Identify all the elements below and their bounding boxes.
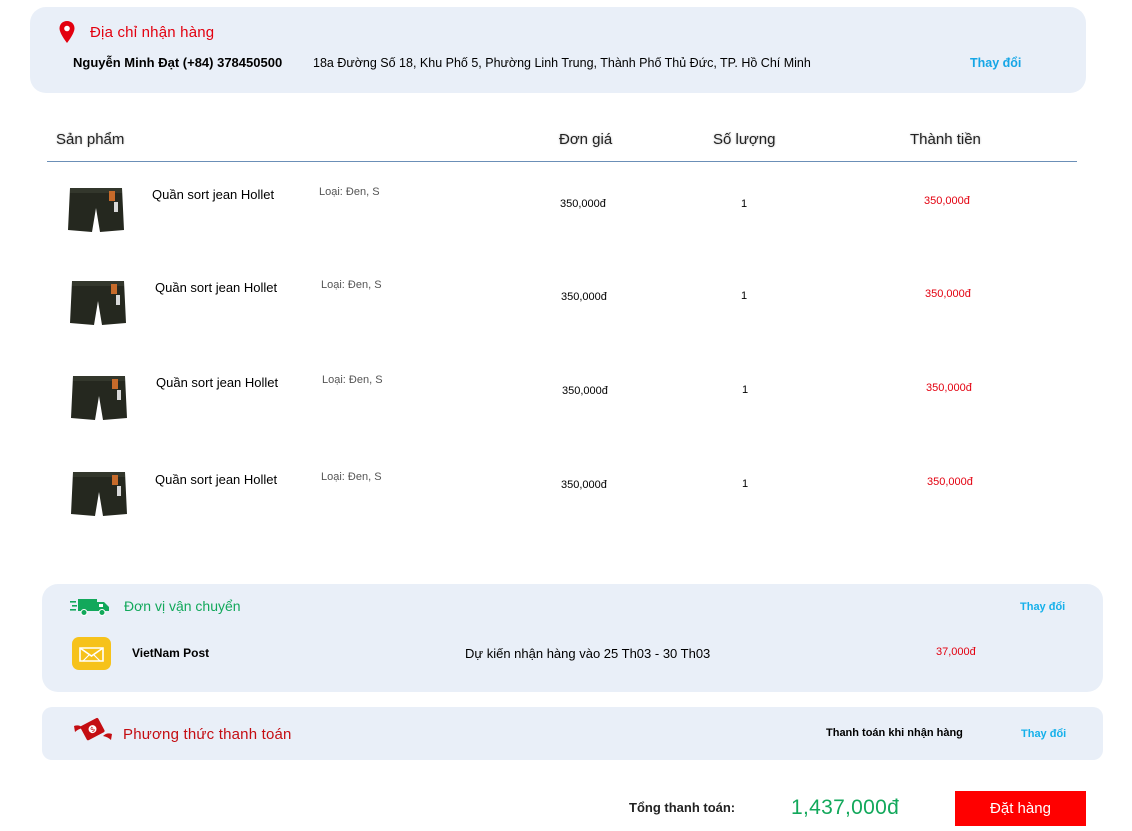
location-pin-icon — [59, 21, 75, 43]
product-variant: Loại: Đen, S — [319, 186, 380, 198]
change-address-link[interactable]: Thay đổi — [970, 56, 1021, 70]
product-subtotal: 350,000đ — [927, 476, 973, 488]
total-value: 1,437,000đ — [791, 796, 900, 819]
total-label: Tổng thanh toán: — [629, 800, 736, 815]
product-price: 350,000đ — [562, 385, 608, 397]
product-quantity: 1 — [742, 478, 749, 490]
delivery-truck-icon — [70, 599, 109, 616]
change-shipping-link[interactable]: Thay đổi — [1020, 601, 1065, 613]
product-price: 350,000đ — [560, 198, 606, 210]
header-quantity: Số lượng — [713, 131, 776, 148]
product-name: Quần sort jean Hollet — [156, 375, 279, 390]
product-name: Quần sort jean Hollet — [155, 472, 278, 487]
shipping-fee: 37,000đ — [936, 646, 976, 658]
address-title: Địa chỉ nhận hàng — [90, 24, 215, 41]
recipient-name-phone: Nguyễn Minh Đạt (+84) 378450500 — [73, 55, 283, 70]
product-subtotal: 350,000đ — [924, 195, 970, 207]
product-quantity: 1 — [741, 290, 748, 302]
place-order-button[interactable]: Đặt hàng — [955, 791, 1086, 826]
header-divider — [47, 161, 1077, 162]
header-subtotal: Thành tiền — [910, 131, 981, 148]
address-line: 18a Đường Số 18, Khu Phố 5, Phường Linh … — [313, 56, 811, 70]
change-payment-link[interactable]: Thay đổi — [1021, 728, 1066, 740]
product-variant: Loại: Đen, S — [321, 471, 382, 483]
product-subtotal: 350,000đ — [925, 288, 971, 300]
product-image — [71, 472, 127, 516]
shipping-title: Đơn vị vận chuyển — [124, 598, 241, 614]
product-image — [70, 281, 126, 325]
delivery-estimate: Dự kiến nhận hàng vào 25 Th03 - 30 Th03 — [465, 646, 711, 661]
header-unit-price: Đơn giá — [559, 131, 613, 148]
money-wings-icon: $ — [74, 717, 112, 741]
product-quantity: 1 — [741, 198, 748, 210]
vietnam-post-logo-icon — [72, 637, 111, 670]
payment-title: Phương thức thanh toán — [123, 726, 292, 743]
product-price: 350,000đ — [561, 291, 607, 303]
address-card — [30, 7, 1086, 93]
product-variant: Loại: Đen, S — [322, 374, 383, 386]
product-name: Quần sort jean Hollet — [155, 280, 278, 295]
payment-method-value: Thanh toán khi nhận hàng — [826, 727, 963, 739]
carrier-name: VietNam Post — [132, 646, 210, 660]
product-variant: Loại: Đen, S — [321, 279, 382, 291]
header-product: Sản phẩm — [56, 131, 125, 148]
product-image — [71, 376, 127, 420]
product-image — [68, 188, 124, 232]
product-name: Quần sort jean Hollet — [152, 187, 275, 202]
product-price: 350,000đ — [561, 479, 607, 491]
product-subtotal: 350,000đ — [926, 382, 972, 394]
product-quantity: 1 — [742, 384, 749, 396]
